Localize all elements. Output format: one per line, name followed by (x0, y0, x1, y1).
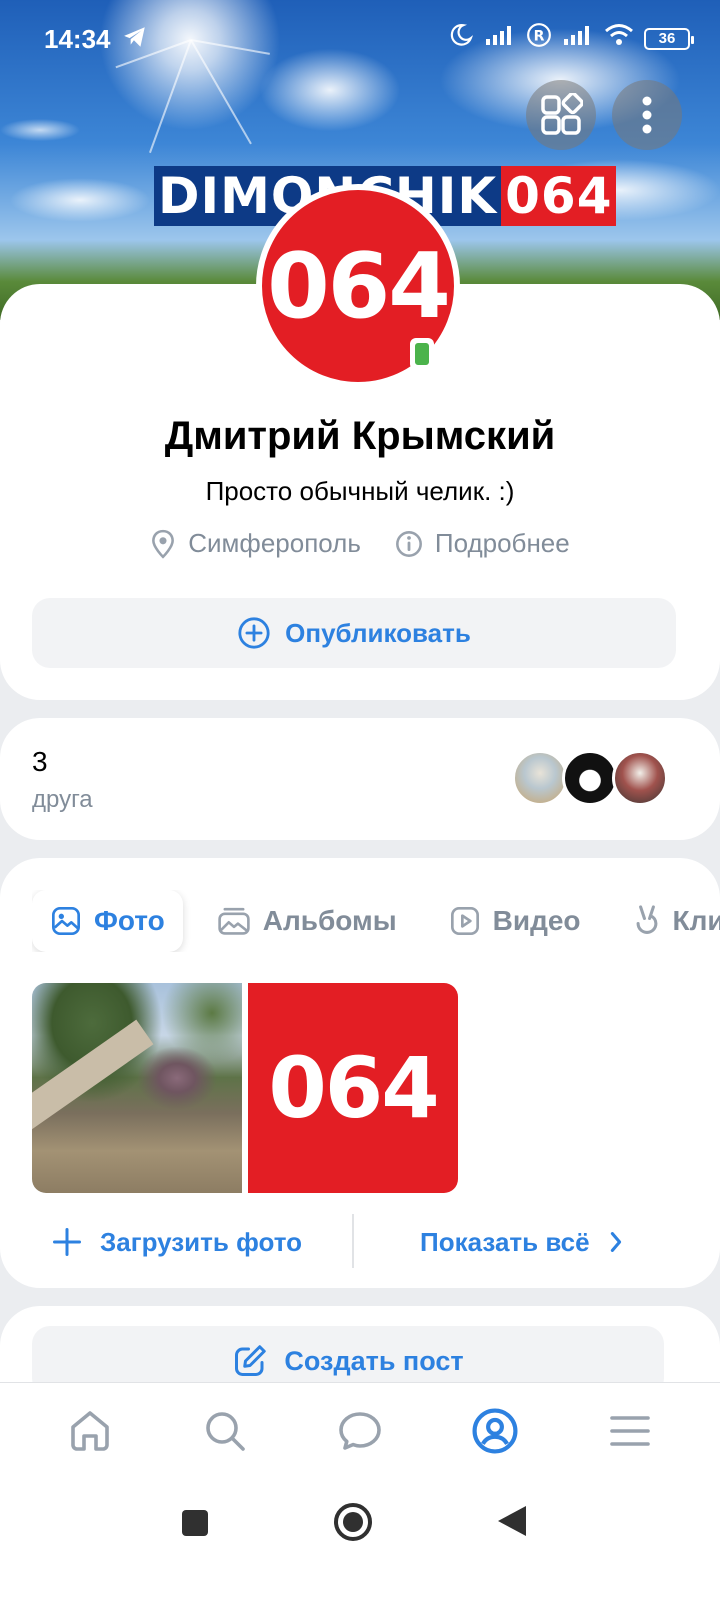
signal-icon (484, 23, 516, 54)
nav-messages[interactable] (320, 1391, 400, 1471)
profile-meta: Симферополь Подробнее (0, 528, 720, 559)
city-info[interactable]: Симферополь (150, 528, 361, 559)
tab-albums[interactable]: Альбомы (199, 890, 415, 952)
online-mobile-icon (410, 338, 434, 370)
status-icons: R 36 (448, 22, 694, 55)
nav-home[interactable] (50, 1391, 130, 1471)
city-label: Симферополь (188, 528, 361, 558)
moon-icon (448, 22, 474, 55)
details-link[interactable]: Подробнее (395, 528, 570, 559)
albums-icon (218, 907, 250, 935)
recent-apps-button[interactable] (180, 1508, 210, 1543)
friend-avatar[interactable] (562, 750, 618, 806)
tab-clips-label: Клипы (672, 905, 720, 936)
photo-thumbnail[interactable] (32, 983, 242, 1193)
menu-icon (610, 1415, 651, 1446)
actions-divider (352, 1214, 354, 1268)
video-icon (450, 907, 479, 935)
wifi-icon (604, 23, 634, 54)
status-bar: 14:34 R 36 (0, 0, 720, 76)
qr-services-button[interactable] (526, 80, 596, 150)
more-vertical-icon (642, 96, 652, 134)
square-icon (182, 1510, 208, 1536)
photo-path-shape (32, 1019, 154, 1131)
create-post-label: Создать пост (284, 1345, 464, 1376)
roaming-icon: R (526, 22, 552, 55)
tab-video[interactable]: Видео (431, 890, 599, 952)
search-icon (205, 1411, 245, 1451)
back-button[interactable] (496, 1504, 528, 1543)
home-icon (70, 1410, 109, 1451)
friends-count: 3 (32, 746, 48, 777)
more-button[interactable] (612, 80, 682, 150)
tab-clips[interactable]: Клипы (615, 890, 720, 952)
chevron-right-icon (610, 1232, 621, 1252)
plus-icon (53, 1228, 81, 1256)
media-actions: Загрузить фото Показать всё (0, 1214, 720, 1270)
location-pin-icon (152, 529, 175, 559)
friend-avatar[interactable] (612, 750, 668, 806)
profile-name: Дмитрий Крымский (164, 414, 556, 458)
chat-icon (339, 1411, 381, 1450)
tab-video-label: Видео (492, 905, 581, 936)
upload-photo-button[interactable]: Загрузить фото (52, 1214, 302, 1270)
photo-thumbnail[interactable]: 064 (248, 983, 458, 1193)
nav-profile[interactable] (455, 1391, 535, 1471)
circle-icon (334, 1503, 372, 1541)
home-system-button[interactable] (333, 1502, 373, 1547)
svg-text:R: R (534, 28, 545, 44)
status-time: 14:34 (44, 24, 111, 54)
telegram-icon (122, 24, 148, 57)
details-label: Подробнее (434, 528, 570, 558)
tab-photos-label: Фото (94, 905, 165, 936)
publish-label: Опубликовать (285, 617, 471, 648)
show-all-button[interactable]: Показать всё (420, 1214, 624, 1270)
battery-icon: 36 (644, 27, 694, 50)
cover-banner-right: 064 (501, 166, 617, 226)
clips-icon (636, 905, 657, 934)
show-all-label: Показать всё (420, 1226, 590, 1257)
system-navigation (0, 1478, 720, 1600)
friend-avatar[interactable] (512, 750, 568, 806)
add-circle-icon (238, 617, 270, 649)
info-icon (395, 530, 422, 557)
tab-albums-label: Альбомы (262, 905, 397, 936)
nav-search[interactable] (185, 1391, 265, 1471)
signal-icon-2 (562, 23, 594, 54)
media-tabs: Фото Альбомы Видео Клипы (32, 890, 720, 952)
upload-photo-label: Загрузить фото (100, 1226, 302, 1257)
back-triangle-icon (498, 1506, 526, 1536)
friends-avatars[interactable] (512, 750, 668, 806)
tab-photos[interactable]: Фото (32, 890, 183, 952)
edit-icon (235, 1345, 267, 1376)
image-icon (52, 907, 80, 935)
friends-label: друга (32, 786, 93, 813)
publish-button[interactable]: Опубликовать (32, 598, 676, 668)
apps-icon (541, 93, 583, 135)
profile-status[interactable]: Просто обычный челик. :) (0, 476, 720, 507)
nav-menu[interactable] (590, 1391, 670, 1471)
bottom-navigation (0, 1382, 720, 1478)
profile-icon (472, 1407, 518, 1454)
